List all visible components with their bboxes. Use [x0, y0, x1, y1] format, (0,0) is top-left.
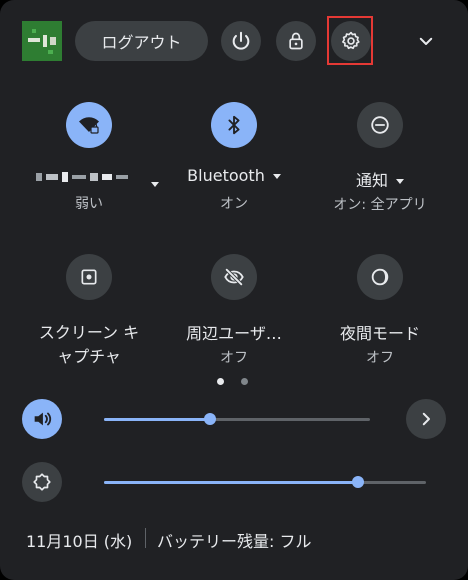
brightness-slider-fill [104, 481, 358, 484]
notifications-toggle[interactable] [357, 102, 403, 148]
bluetooth-label: Bluetooth [187, 166, 265, 185]
brightness-icon [33, 473, 51, 491]
caret-down-icon [396, 179, 404, 184]
chevron-down-icon [419, 37, 433, 45]
date-text[interactable]: 11月10日 (水) [26, 528, 132, 552]
page-dot-2[interactable] [241, 378, 248, 385]
nearby-visibility-status: オフ [220, 350, 248, 366]
eye-off-icon [224, 268, 244, 286]
wifi-toggle[interactable] [66, 102, 112, 148]
notifications-status: オン: 全アプリ [333, 197, 427, 213]
screen-capture-toggle[interactable] [66, 254, 112, 300]
bluetooth-label-wrap[interactable]: Bluetooth [174, 166, 294, 185]
audio-settings-button[interactable] [406, 399, 446, 439]
caret-down-icon [151, 182, 159, 187]
volume-slider-fill [104, 418, 210, 421]
volume-slider-thumb[interactable] [204, 413, 216, 425]
settings-button[interactable] [331, 21, 371, 61]
brightness-slider[interactable] [104, 476, 426, 488]
page-dot-1[interactable] [217, 378, 224, 385]
battery-status[interactable]: バッテリー残量: フル [157, 528, 311, 552]
avatar-pixel-icon [22, 21, 62, 61]
gear-icon [342, 31, 360, 50]
network-name-redacted [36, 170, 138, 184]
wifi-lock-icon [79, 117, 99, 134]
footer-divider [145, 528, 146, 548]
night-light-label: 夜間モード [339, 324, 420, 343]
night-light-status: オフ [366, 350, 394, 366]
wifi-dropdown-caret[interactable] [151, 174, 159, 193]
quick-settings-panel: ログアウト 弱い Bluetooth オン 通知 オン: 全アプリ スクリーン … [0, 0, 468, 580]
brightness-button[interactable] [22, 462, 62, 502]
bluetooth-toggle[interactable] [211, 102, 257, 148]
lock-icon [289, 32, 303, 50]
power-button[interactable] [221, 21, 261, 61]
screen-capture-label-2: ャプチャ [57, 347, 121, 366]
night-mode-icon [371, 268, 389, 286]
volume-icon [34, 412, 52, 426]
user-avatar[interactable] [22, 21, 62, 61]
brightness-slider-thumb[interactable] [352, 476, 364, 488]
notifications-label: 通知 [355, 171, 388, 190]
lock-button[interactable] [276, 21, 316, 61]
wifi-status: 弱い [75, 196, 103, 212]
screen-capture-label-1: スクリーン キ [38, 323, 140, 342]
screen-capture-icon [81, 269, 97, 285]
caret-down-icon [272, 174, 281, 179]
power-icon [232, 31, 250, 50]
nearby-visibility-label: 周辺ユーザ… [186, 324, 282, 343]
volume-button[interactable] [22, 399, 62, 439]
chevron-right-icon [422, 412, 430, 426]
bluetooth-status: オン [220, 196, 248, 212]
nearby-visibility-toggle[interactable] [211, 254, 257, 300]
collapse-button[interactable] [406, 21, 446, 61]
logout-button[interactable]: ログアウト [75, 21, 208, 61]
night-light-toggle[interactable] [357, 254, 403, 300]
bluetooth-icon [228, 115, 240, 135]
notifications-label-wrap[interactable]: 通知 [320, 167, 440, 191]
logout-label: ログアウト [101, 33, 182, 52]
notification-icon [371, 116, 389, 134]
volume-slider[interactable] [104, 413, 370, 425]
